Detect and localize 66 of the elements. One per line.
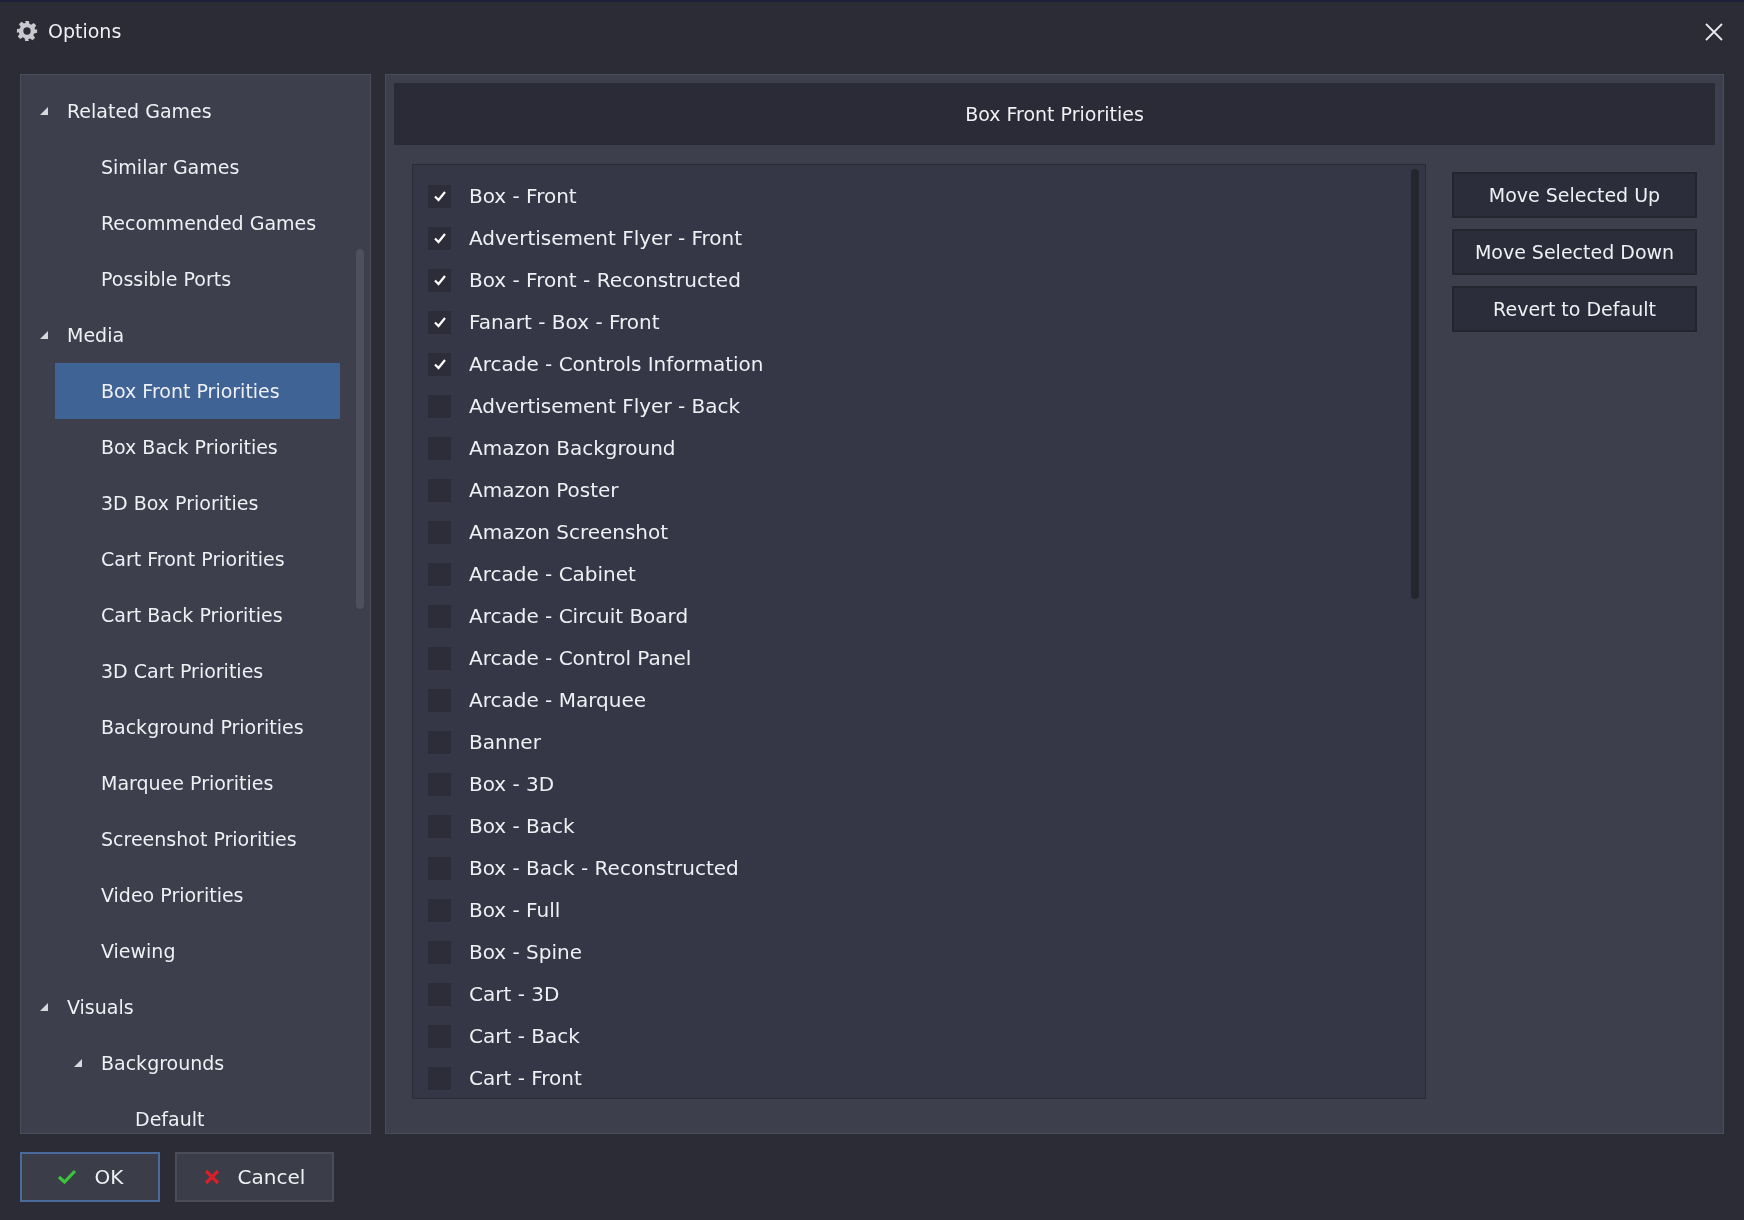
tree-item[interactable]: Recommended Games <box>55 195 340 251</box>
tree-item[interactable]: Similar Games <box>55 139 340 195</box>
checkbox-label: Amazon Screenshot <box>469 519 669 546</box>
tree-item[interactable]: Cart Front Priorities <box>55 531 340 587</box>
action-button[interactable]: Move Selected Up <box>1452 172 1697 218</box>
checkbox-label: Arcade - Cabinet <box>469 561 636 588</box>
expanded-caret-icon[interactable] <box>40 1003 48 1011</box>
tree-item[interactable]: Possible Ports <box>55 251 340 307</box>
tree-item[interactable]: Box Front Priorities <box>55 363 340 419</box>
tree-item[interactable]: Backgrounds <box>55 1035 340 1091</box>
tree-item[interactable]: Viewing <box>55 923 340 979</box>
checkbox-label: Cart - Front <box>469 1065 582 1092</box>
cross-icon <box>203 1169 220 1185</box>
checkbox-label: Arcade - Marquee <box>469 687 646 714</box>
checkbox-label: Cart - 3D <box>469 981 560 1008</box>
checkbox-label: Amazon Poster <box>469 477 619 504</box>
checkbox-label: Box - Spine <box>469 939 583 966</box>
checkmark-icon <box>432 189 447 203</box>
tree-item[interactable]: Cart Back Priorities <box>55 587 340 643</box>
checkbox-label: Arcade - Circuit Board <box>469 603 689 630</box>
checkbox-label: Amazon Background <box>469 435 676 462</box>
action-button[interactable]: Move Selected Down <box>1452 229 1697 275</box>
tree-item[interactable]: 3D Box Priorities <box>55 475 340 531</box>
checkbox-label: Box - Back <box>469 813 575 840</box>
close-icon <box>1704 22 1724 43</box>
expanded-caret-icon[interactable] <box>40 331 48 339</box>
checkmark-icon <box>432 273 447 287</box>
checkmark-icon <box>432 231 447 245</box>
checkbox-label: Advertisement Flyer - Back <box>469 393 741 420</box>
checkbox-label: Box - Front <box>469 183 577 210</box>
checkmark-icon <box>432 357 447 371</box>
checkbox[interactable] <box>428 268 451 292</box>
checkbox-label: Box - Front - Reconstructed <box>469 267 741 294</box>
checkbox-label: Arcade - Control Panel <box>469 645 692 672</box>
checkbox-label: Fanart - Box - Front <box>469 309 660 336</box>
cancel-button[interactable]: Cancel <box>175 1152 334 1202</box>
tree-item[interactable]: Related Games <box>21 83 340 139</box>
checkbox[interactable] <box>428 184 451 208</box>
tree-item[interactable]: Media <box>21 307 340 363</box>
tree-item[interactable]: Box Back Priorities <box>55 419 340 475</box>
checkmark-icon <box>56 1169 77 1185</box>
tree-item[interactable]: Default <box>89 1091 340 1133</box>
expanded-caret-icon[interactable] <box>74 1059 82 1067</box>
tree-item[interactable]: 3D Cart Priorities <box>55 643 340 699</box>
tree-item[interactable]: Screenshot Priorities <box>55 811 340 867</box>
expanded-caret-icon[interactable] <box>40 107 48 115</box>
panel-header: Box Front Priorities <box>394 83 1715 145</box>
checkbox[interactable] <box>428 226 451 250</box>
gear-icon <box>16 20 38 42</box>
tree-item[interactable]: Background Priorities <box>55 699 340 755</box>
checkbox[interactable] <box>428 310 451 334</box>
action-button[interactable]: Revert to Default <box>1452 286 1697 332</box>
checkbox-label: Advertisement Flyer - Front <box>469 225 743 252</box>
checkbox[interactable] <box>428 352 451 376</box>
checkbox-label: Arcade - Controls Information <box>469 351 764 378</box>
tree-item[interactable]: Video Priorities <box>55 867 340 923</box>
tree-item[interactable]: Marquee Priorities <box>55 755 340 811</box>
ok-button[interactable]: OK <box>20 1152 160 1202</box>
tree-item[interactable]: Visuals <box>21 979 340 1035</box>
checkbox-label: Banner <box>469 729 541 756</box>
checkmark-icon <box>432 315 447 329</box>
checkbox-label: Box - 3D <box>469 771 555 798</box>
checkbox-label: Box - Full <box>469 897 561 924</box>
checkbox-label: Cart - Back <box>469 1023 580 1050</box>
window-title: Options <box>48 18 122 44</box>
checkbox-label: Box - Back - Reconstructed <box>469 855 739 882</box>
